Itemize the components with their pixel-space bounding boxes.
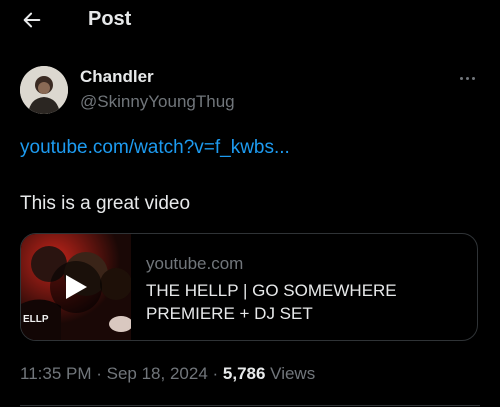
card-title: THE HELLP | GO SOMEWHERE PREMIERE + DJ S… [146, 281, 397, 323]
tweet-link[interactable]: youtube.com/watch?v=f_kwbs... [20, 136, 290, 160]
meta-separator: · [91, 364, 107, 383]
play-icon [66, 275, 87, 299]
author-name[interactable]: Chandler [80, 67, 154, 87]
page-title: Post [88, 8, 132, 30]
top-bar: Post [0, 0, 500, 40]
thumbnail-caption: ELLP [23, 314, 49, 325]
views-label: Views [270, 364, 316, 383]
avatar[interactable] [20, 66, 68, 114]
divider [20, 405, 480, 406]
arrow-left-icon [23, 12, 41, 28]
card-domain: youtube.com [146, 254, 244, 273]
author-handle[interactable]: @SkinnyYoungThug [80, 92, 235, 112]
more-horizontal-icon-dot [471, 76, 475, 80]
back-button[interactable] [20, 8, 44, 32]
more-horizontal-icon [459, 76, 463, 80]
play-button[interactable] [50, 261, 102, 313]
tweet-text: This is a great video [20, 193, 191, 214]
more-options-button[interactable] [454, 68, 480, 88]
views-count: 5,786 [222, 364, 266, 383]
link-preview-card[interactable]: ELLP youtube.com THE HELLP | GO SOMEWHER… [20, 233, 478, 341]
post-time[interactable]: 11:35 PM [20, 364, 92, 383]
post-meta: 11:35 PM · Sep 18, 2024 · 5,786 Views [20, 363, 315, 385]
more-horizontal-icon-dot [465, 76, 469, 80]
avatar-image [20, 66, 68, 114]
video-thumbnail[interactable]: ELLP [21, 234, 131, 340]
post-date[interactable]: Sep 18, 2024 [107, 364, 208, 383]
meta-separator: · [207, 364, 223, 383]
